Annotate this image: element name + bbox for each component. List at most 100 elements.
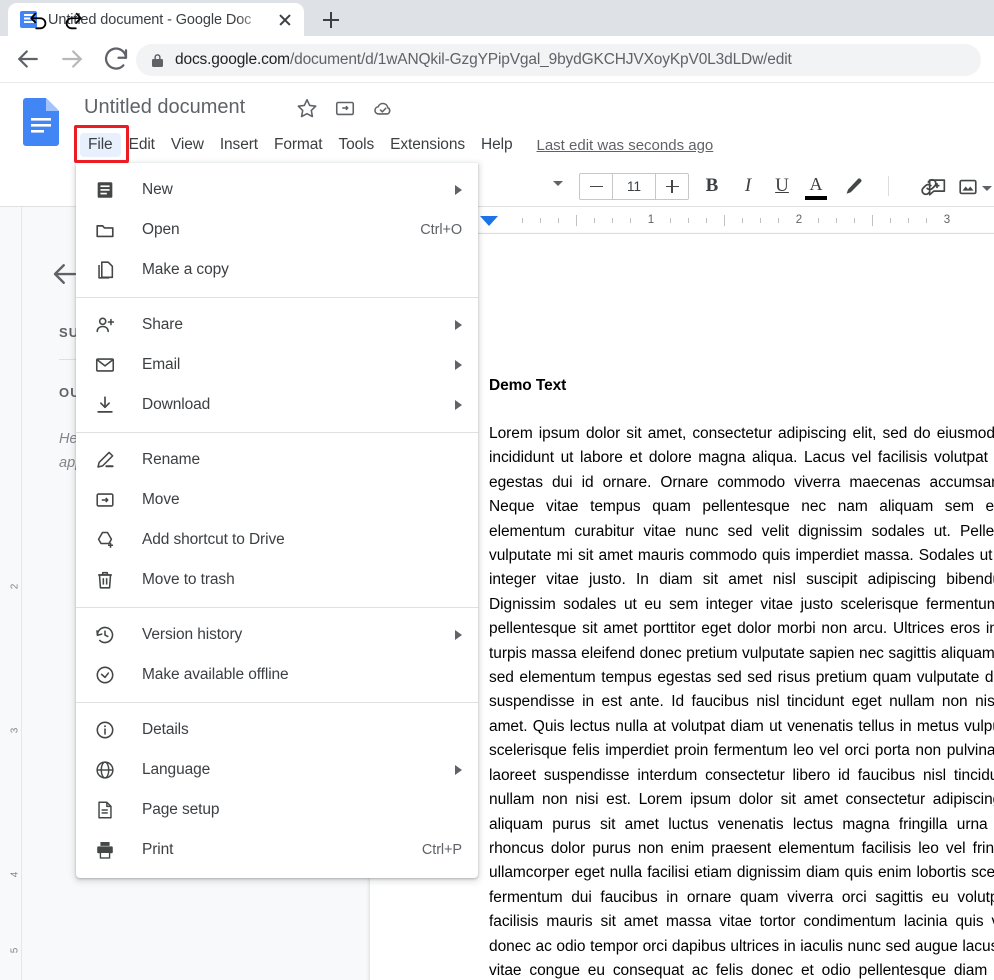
submenu-arrow-icon bbox=[455, 765, 462, 775]
title-action-icons bbox=[296, 97, 394, 119]
vruler-number-3: 3 bbox=[9, 727, 21, 734]
menu-edit[interactable]: Edit bbox=[121, 133, 163, 157]
vruler-number-4: 4 bbox=[9, 871, 21, 878]
menu-item-add-shortcut-to-drive[interactable]: Add shortcut to Drive bbox=[76, 520, 478, 560]
hruler-number-3: 3 bbox=[943, 214, 951, 226]
menu-view[interactable]: View bbox=[163, 133, 212, 157]
menu-item-details[interactable]: Details bbox=[76, 710, 478, 750]
menu-tools[interactable]: Tools bbox=[330, 133, 382, 157]
url-bar[interactable]: docs.google.com/document/d/1wANQkil-GzgY… bbox=[136, 44, 981, 76]
vertical-ruler[interactable]: 2 3 4 5 bbox=[0, 207, 22, 980]
toolbar-divider bbox=[888, 176, 889, 196]
menu-item-new[interactable]: New bbox=[76, 170, 478, 210]
insert-image-icon[interactable] bbox=[957, 176, 979, 198]
submenu-arrow-icon bbox=[455, 630, 462, 640]
page-setup-icon bbox=[94, 799, 116, 821]
offline-check-icon bbox=[94, 664, 116, 686]
download-icon bbox=[94, 394, 116, 416]
menu-file[interactable]: File bbox=[80, 133, 121, 157]
font-size-stepper[interactable]: 11 bbox=[579, 173, 689, 200]
menu-item-print[interactable]: Print Ctrl+P bbox=[76, 830, 478, 870]
menu-item-label: Make a copy bbox=[142, 261, 229, 278]
menu-extensions[interactable]: Extensions bbox=[382, 133, 473, 157]
star-icon[interactable] bbox=[296, 97, 318, 119]
menu-item-open[interactable]: Open Ctrl+O bbox=[76, 210, 478, 250]
last-edit-status[interactable]: Last edit was seconds ago bbox=[536, 137, 713, 154]
menu-item-make-a-copy[interactable]: Make a copy bbox=[76, 250, 478, 290]
bold-button[interactable]: B bbox=[700, 175, 724, 197]
menu-divider bbox=[76, 432, 478, 433]
document-paragraph[interactable]: Lorem ipsum dolor sit amet, consectetur … bbox=[489, 422, 994, 980]
menu-item-label: Add shortcut to Drive bbox=[142, 531, 285, 548]
font-size-decrease-button[interactable] bbox=[580, 174, 612, 199]
menu-item-email[interactable]: Email bbox=[76, 345, 478, 385]
image-options-chevron-down-icon[interactable] bbox=[982, 186, 992, 191]
menu-item-label: Make available offline bbox=[142, 666, 289, 683]
hruler-number-2: 2 bbox=[795, 214, 803, 226]
menu-item-move[interactable]: Move bbox=[76, 480, 478, 520]
browser-tab[interactable]: Untitled document - Google Doc bbox=[8, 3, 304, 36]
underline-button[interactable]: U bbox=[770, 175, 794, 197]
back-arrow-icon[interactable] bbox=[13, 44, 43, 74]
url-domain: docs.google.com bbox=[175, 51, 290, 68]
menu-item-rename[interactable]: Rename bbox=[76, 440, 478, 480]
submenu-arrow-icon bbox=[455, 320, 462, 330]
menu-item-shortcut: Ctrl+O bbox=[420, 222, 462, 238]
document-body[interactable]: Demo Text Lorem ipsum dolor sit amet, co… bbox=[489, 377, 994, 980]
submenu-arrow-icon bbox=[455, 185, 462, 195]
move-folder-icon bbox=[94, 489, 116, 511]
menu-item-language[interactable]: Language bbox=[76, 750, 478, 790]
menu-item-page-setup[interactable]: Page setup bbox=[76, 790, 478, 830]
drive-shortcut-icon bbox=[94, 529, 116, 551]
cloud-saved-icon[interactable] bbox=[372, 97, 394, 119]
menu-item-label: Language bbox=[142, 761, 211, 778]
font-size-value[interactable]: 11 bbox=[612, 174, 656, 199]
close-icon[interactable] bbox=[274, 9, 296, 31]
text-color-button[interactable]: A bbox=[804, 174, 828, 200]
document-title[interactable]: Untitled document bbox=[84, 96, 245, 119]
menu-format[interactable]: Format bbox=[266, 133, 331, 157]
menu-item-download[interactable]: Download bbox=[76, 385, 478, 425]
history-icon bbox=[94, 624, 116, 646]
menu-item-move-to-trash[interactable]: Move to trash bbox=[76, 560, 478, 600]
menu-divider bbox=[76, 702, 478, 703]
chevron-down-icon[interactable] bbox=[553, 181, 563, 186]
menu-divider bbox=[76, 607, 478, 608]
person-add-icon bbox=[94, 314, 116, 336]
docs-menubar: File Edit View Insert Format Tools Exten… bbox=[0, 129, 994, 161]
copy-icon bbox=[94, 259, 116, 281]
menu-item-label: Email bbox=[142, 356, 181, 373]
reload-icon[interactable] bbox=[101, 44, 131, 74]
left-indent-marker[interactable] bbox=[480, 216, 498, 226]
printer-icon bbox=[94, 839, 116, 861]
highlight-pen-icon[interactable] bbox=[842, 176, 864, 198]
menu-item-label: Page setup bbox=[142, 801, 220, 818]
info-icon bbox=[94, 719, 116, 741]
menu-insert[interactable]: Insert bbox=[212, 133, 266, 157]
submenu-arrow-icon bbox=[455, 360, 462, 370]
document-heading: Demo Text bbox=[489, 377, 567, 394]
url-path: /document/d/1wANQkil-GzgYPipVgal_9bydGKC… bbox=[289, 51, 792, 68]
menu-item-label: Move to trash bbox=[142, 571, 235, 588]
new-tab-button[interactable] bbox=[316, 5, 346, 35]
menu-item-version-history[interactable]: Version history bbox=[76, 615, 478, 655]
italic-button[interactable]: I bbox=[736, 175, 760, 197]
menu-item-label: Version history bbox=[142, 626, 243, 643]
browser-window: Untitled document - Google Doc docs.goog… bbox=[0, 0, 994, 980]
font-size-increase-button[interactable] bbox=[656, 174, 688, 199]
tab-strip: Untitled document - Google Doc bbox=[0, 0, 994, 36]
menu-item-label: Details bbox=[142, 721, 189, 738]
menu-help[interactable]: Help bbox=[473, 133, 520, 157]
undo-icon[interactable] bbox=[28, 10, 50, 32]
forward-arrow-icon bbox=[57, 44, 87, 74]
file-dropdown-menu[interactable]: New Open Ctrl+O Make a copy Share Email … bbox=[76, 163, 478, 878]
move-to-folder-icon[interactable] bbox=[334, 97, 356, 119]
menu-item-share[interactable]: Share bbox=[76, 305, 478, 345]
add-comment-icon[interactable] bbox=[926, 176, 948, 198]
new-doc-icon bbox=[94, 179, 116, 201]
menu-item-make-available-offline[interactable]: Make available offline bbox=[76, 655, 478, 695]
envelope-icon bbox=[94, 354, 116, 376]
menu-item-label: Move bbox=[142, 491, 180, 508]
redo-icon[interactable] bbox=[62, 10, 84, 32]
menu-item-label: Open bbox=[142, 221, 180, 238]
